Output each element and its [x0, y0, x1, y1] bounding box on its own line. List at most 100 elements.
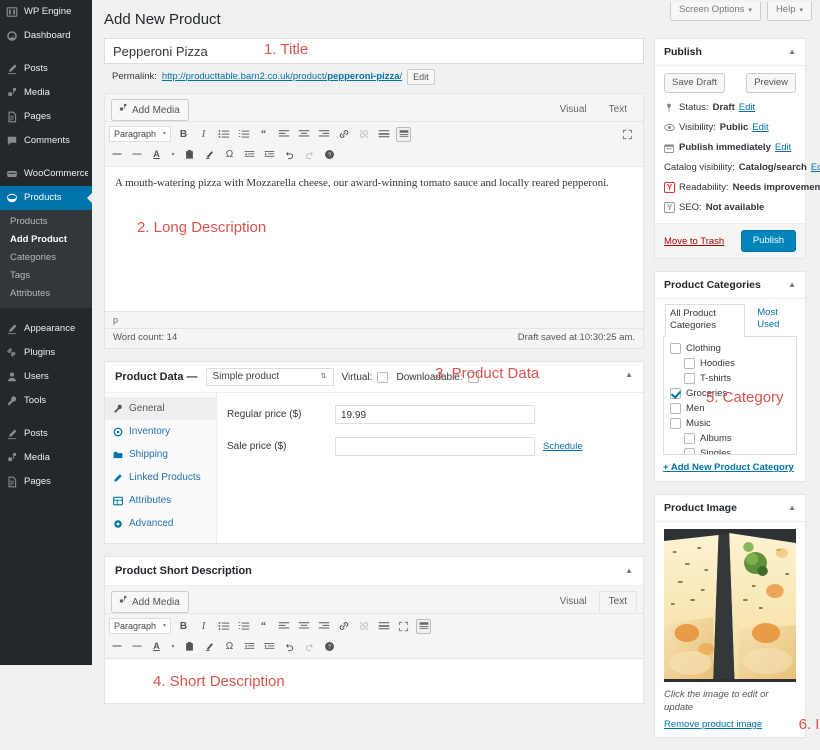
category-item[interactable]: Clothing	[670, 343, 790, 354]
bold-icon[interactable]: B	[176, 127, 191, 142]
sidebar-subitem-categories[interactable]: Categories	[0, 249, 92, 267]
toolbar-toggle-icon[interactable]	[396, 126, 411, 142]
link-icon[interactable]	[336, 127, 351, 142]
horizontal-rule-icon[interactable]	[129, 147, 144, 162]
fullscreen-icon[interactable]	[396, 619, 411, 634]
align-left-icon[interactable]	[276, 127, 291, 142]
sidebar-item-plugins[interactable]: Plugins	[0, 341, 92, 365]
bold-icon[interactable]: B	[176, 619, 191, 634]
sidebar-subitem-add-product[interactable]: Add Product	[0, 231, 92, 249]
virtual-checkbox[interactable]	[377, 371, 389, 383]
add-new-category-link[interactable]: + Add New Product Category	[663, 462, 797, 473]
special-character-icon[interactable]: Ω	[222, 639, 237, 654]
sidebar-item-posts-2[interactable]: Posts	[0, 422, 92, 446]
sidebar-item-media-2[interactable]: Media	[0, 446, 92, 470]
read-more-icon[interactable]	[376, 127, 391, 142]
blockquote-icon[interactable]: “	[256, 619, 271, 634]
redo-icon[interactable]	[302, 147, 317, 162]
unlink-icon[interactable]	[356, 619, 371, 634]
unlink-icon[interactable]	[356, 127, 371, 142]
category-checkbox[interactable]	[684, 433, 695, 444]
text-color-chevron-icon[interactable]: ▾	[169, 147, 177, 162]
clear-formatting-icon[interactable]	[202, 639, 217, 654]
edit-visibility-link[interactable]: Edit	[752, 121, 768, 134]
move-to-trash-link[interactable]: Move to Trash	[664, 236, 724, 247]
edit-permalink-button[interactable]: Edit	[407, 69, 435, 85]
category-item[interactable]: Music	[670, 418, 790, 429]
special-character-icon[interactable]: Ω	[222, 147, 237, 162]
strikethrough-icon[interactable]	[109, 147, 124, 162]
product-data-collapse-icon[interactable]: ▲	[625, 370, 633, 379]
edit-status-link[interactable]: Edit	[739, 101, 755, 114]
category-item[interactable]: Singles	[670, 448, 790, 454]
paragraph-format-select[interactable]: Paragraph ▾	[109, 126, 171, 142]
link-icon[interactable]	[336, 619, 351, 634]
short-paragraph-format-select[interactable]: Paragraph ▾	[109, 618, 171, 634]
bulleted-list-icon[interactable]	[216, 619, 231, 634]
paste-as-text-icon[interactable]	[182, 639, 197, 654]
category-checkbox[interactable]	[684, 373, 695, 384]
sidebar-item-dashboard[interactable]: Dashboard	[0, 24, 92, 48]
keyboard-help-icon[interactable]: ?	[322, 147, 337, 162]
help-button[interactable]: Help ▾	[766, 2, 812, 21]
paste-as-text-icon[interactable]	[182, 147, 197, 162]
bulleted-list-icon[interactable]	[216, 127, 231, 142]
sidebar-item-pages[interactable]: Pages	[0, 105, 92, 129]
tab-visual[interactable]: Visual	[550, 99, 597, 121]
preview-button[interactable]: Preview	[746, 73, 796, 93]
edit-catalog-visibility-link[interactable]: Edit	[811, 161, 820, 174]
short-description-collapse-icon[interactable]: ▲	[625, 564, 633, 578]
categories-collapse-icon[interactable]: ▲	[788, 278, 796, 292]
align-center-icon[interactable]	[296, 127, 311, 142]
product-tab-advanced[interactable]: Advanced	[105, 512, 216, 535]
screen-options-button[interactable]: Screen Options ▾	[669, 2, 761, 21]
sale-price-input[interactable]	[335, 437, 535, 456]
sidebar-item-pages-2[interactable]: Pages	[0, 470, 92, 494]
align-right-icon[interactable]	[316, 619, 331, 634]
sidebar-subitem-tags[interactable]: Tags	[0, 267, 92, 285]
sidebar-item-woocommerce[interactable]: WooCommerce	[0, 162, 92, 186]
long-description-textarea[interactable]: A mouth-watering pizza with Mozzarella c…	[105, 166, 643, 311]
tab-most-used[interactable]: Most Used	[753, 304, 795, 336]
align-center-icon[interactable]	[296, 619, 311, 634]
sidebar-item-products[interactable]: Products	[0, 186, 92, 210]
redo-icon[interactable]	[302, 639, 317, 654]
align-left-icon[interactable]	[276, 619, 291, 634]
outdent-icon[interactable]	[242, 147, 257, 162]
product-tab-general[interactable]: General	[105, 397, 216, 420]
publish-collapse-icon[interactable]: ▲	[788, 45, 796, 59]
category-checkbox[interactable]	[670, 418, 681, 429]
clear-formatting-icon[interactable]	[202, 147, 217, 162]
category-checkbox[interactable]	[670, 388, 681, 399]
fullscreen-icon[interactable]	[620, 127, 635, 142]
save-draft-button[interactable]: Save Draft	[664, 73, 725, 93]
text-color-icon[interactable]: A	[149, 639, 164, 654]
keyboard-help-icon[interactable]: ?	[322, 639, 337, 654]
text-color-chevron-icon[interactable]: ▾	[169, 639, 177, 654]
blockquote-icon[interactable]: “	[256, 127, 271, 142]
product-image-collapse-icon[interactable]: ▲	[788, 501, 796, 515]
category-item[interactable]: Hoodies	[670, 358, 790, 369]
toolbar-toggle-icon[interactable]	[416, 618, 431, 634]
outdent-icon[interactable]	[242, 639, 257, 654]
short-add-media-button[interactable]: Add Media	[111, 591, 189, 613]
category-item[interactable]: Albums	[670, 433, 790, 444]
edit-publish-date-link[interactable]: Edit	[775, 141, 791, 154]
sidebar-subitem-products[interactable]: Products	[0, 213, 92, 231]
undo-icon[interactable]	[282, 639, 297, 654]
undo-icon[interactable]	[282, 147, 297, 162]
permalink-link[interactable]: http://producttable.barn2.co.uk/product/…	[162, 70, 402, 84]
tab-all-product-categories[interactable]: All Product Categories	[665, 304, 746, 337]
category-checkbox[interactable]	[670, 343, 681, 354]
short-tab-visual[interactable]: Visual	[550, 591, 597, 613]
product-title-input[interactable]: Pepperoni Pizza	[104, 38, 644, 64]
align-right-icon[interactable]	[316, 127, 331, 142]
category-item[interactable]: T-shirts	[670, 373, 790, 384]
publish-button[interactable]: Publish	[740, 230, 796, 252]
read-more-icon[interactable]	[376, 619, 391, 634]
italic-icon[interactable]: I	[196, 127, 211, 142]
sidebar-item-users[interactable]: Users	[0, 365, 92, 389]
sidebar-item-wp-engine[interactable]: WP Engine	[0, 0, 92, 24]
sidebar-item-tools[interactable]: Tools	[0, 389, 92, 413]
short-tab-text[interactable]: Text	[598, 591, 637, 613]
